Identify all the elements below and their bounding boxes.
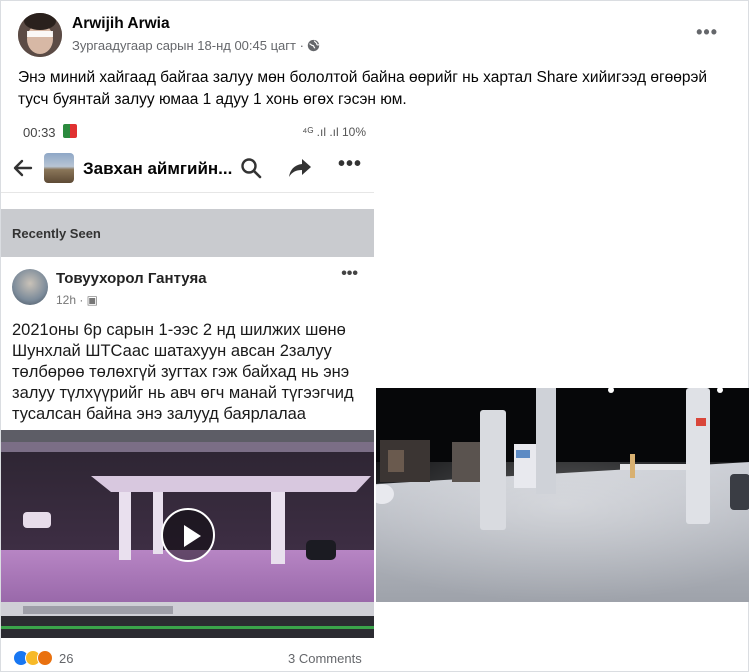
- reaction-count: 26: [59, 650, 74, 666]
- author-avatar[interactable]: [18, 13, 62, 57]
- share-icon: [289, 159, 311, 177]
- recently-seen-bar: Recently Seen: [1, 209, 374, 257]
- group-header: Завхан аймгийн... •••: [1, 143, 374, 193]
- inner-author-avatar: [12, 269, 48, 305]
- facebook-post: Arwijih Arwia Зургаадугаар сарын 18-нд 0…: [0, 0, 749, 672]
- phone-screenshot-image[interactable]: 00:33 ⁴ᴳ .ıl .ıl 10% Завхан аймгийн... •…: [1, 119, 374, 638]
- post-timestamp[interactable]: Зургаадугаар сарын 18-нд 00:45 цагт ·: [72, 38, 304, 53]
- app-notification-icon: [63, 124, 77, 138]
- post-meta: Зургаадугаар сарын 18-нд 00:45 цагт ·: [72, 38, 320, 53]
- gas-station-scene: [376, 388, 749, 602]
- comments-count-link[interactable]: 3 Comments: [288, 651, 362, 666]
- inner-post-text: 2021оны 6р сарын 1-ээс 2 нд шилжих шөнө …: [12, 321, 354, 423]
- group-thumbnail: [44, 153, 74, 183]
- search-icon: [241, 158, 262, 179]
- more-icon: •••: [338, 153, 363, 175]
- inner-author-name: Товуухорол Гантуяа: [56, 270, 207, 287]
- post-options-button[interactable]: •••: [696, 23, 718, 41]
- divider: [1, 193, 374, 209]
- inner-more-icon: •••: [341, 265, 358, 282]
- phone-status-bar: 00:33 ⁴ᴳ .ıl .ıl 10%: [1, 119, 374, 143]
- inner-post-meta: 12h · ▣: [56, 293, 99, 307]
- status-signal-battery: ⁴ᴳ .ıl .ıl 10%: [302, 125, 366, 139]
- author-name[interactable]: Arwijih Arwia: [72, 15, 170, 33]
- cctv-video-thumbnail: [1, 430, 374, 638]
- angry-reaction-icon: [37, 650, 53, 666]
- back-arrow-icon: [13, 159, 33, 177]
- reactions-summary[interactable]: 26: [13, 650, 73, 666]
- recently-seen-label: Recently Seen: [12, 226, 101, 241]
- status-time: 00:33: [23, 125, 56, 140]
- group-name: Завхан аймгийн...: [83, 159, 233, 178]
- globe-icon[interactable]: [307, 39, 320, 52]
- play-button[interactable]: [161, 508, 215, 562]
- gas-station-night-image[interactable]: [376, 388, 749, 602]
- post-text: Энэ миний хайгаад байгаа залуу мөн болол…: [18, 69, 708, 108]
